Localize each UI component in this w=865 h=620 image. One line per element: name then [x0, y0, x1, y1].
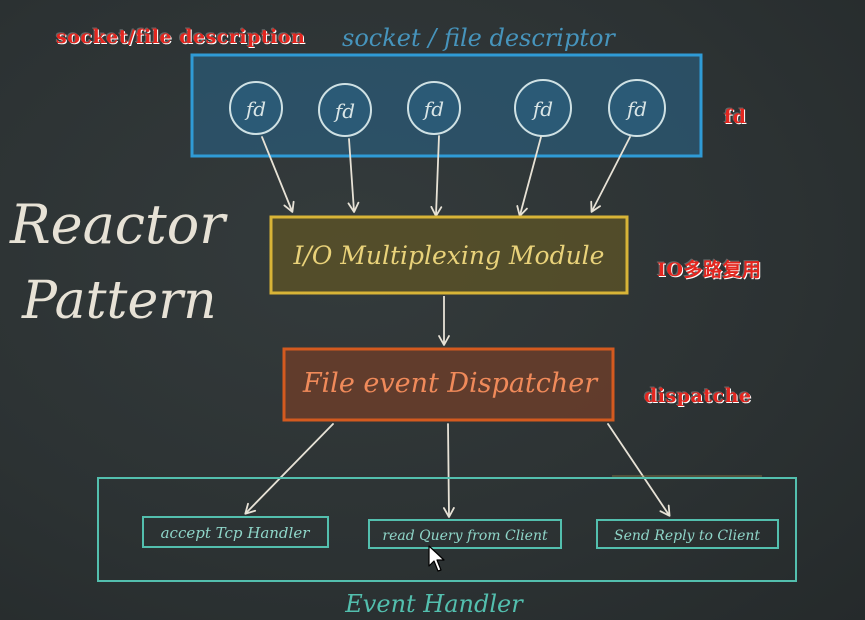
annotation-fd: fd: [724, 106, 747, 128]
event-handler-heading: Event Handler: [344, 590, 524, 618]
fd-circle: fd: [318, 83, 372, 137]
title-pattern: Pattern: [21, 271, 217, 331]
handler-label: Send Reply to Client: [614, 528, 760, 544]
arrow: [244, 423, 334, 515]
dispatcher-to-handler-arrows: [244, 423, 671, 518]
arrow: [443, 423, 455, 518]
fd-label: fd: [333, 99, 355, 123]
fd-circle: fd: [514, 79, 572, 137]
fd-label: fd: [244, 97, 266, 121]
title-reactor: Reactor: [9, 193, 228, 256]
fd-circle: fd: [229, 81, 283, 135]
fd-group-heading: socket / file descriptor: [342, 24, 616, 52]
fd-circle: fd: [608, 79, 666, 137]
arrow: [607, 423, 671, 517]
fd-label: fd: [625, 97, 647, 121]
annotation-dispatche: dispatche: [644, 385, 752, 407]
io-multiplexing-label: I/O Multiplexing Module: [293, 241, 605, 270]
fd-label: fd: [422, 97, 444, 121]
reactor-diagram: Reactor Pattern socket / file descriptor…: [9, 24, 797, 618]
fd-circle: fd: [407, 81, 461, 135]
dispatcher-label: File event Dispatcher: [302, 368, 599, 399]
handler-label: read Query from Client: [382, 528, 548, 544]
chalkboard: Reactor Pattern socket / file descriptor…: [0, 0, 865, 620]
annotation-socket-file: socket/file description: [56, 26, 306, 48]
handler-label: accept Tcp Handler: [161, 524, 311, 542]
mouse-cursor-icon: [428, 545, 445, 572]
annotation-io-multiplexing: IO多路复用: [657, 259, 762, 281]
fd-label: fd: [531, 97, 553, 121]
